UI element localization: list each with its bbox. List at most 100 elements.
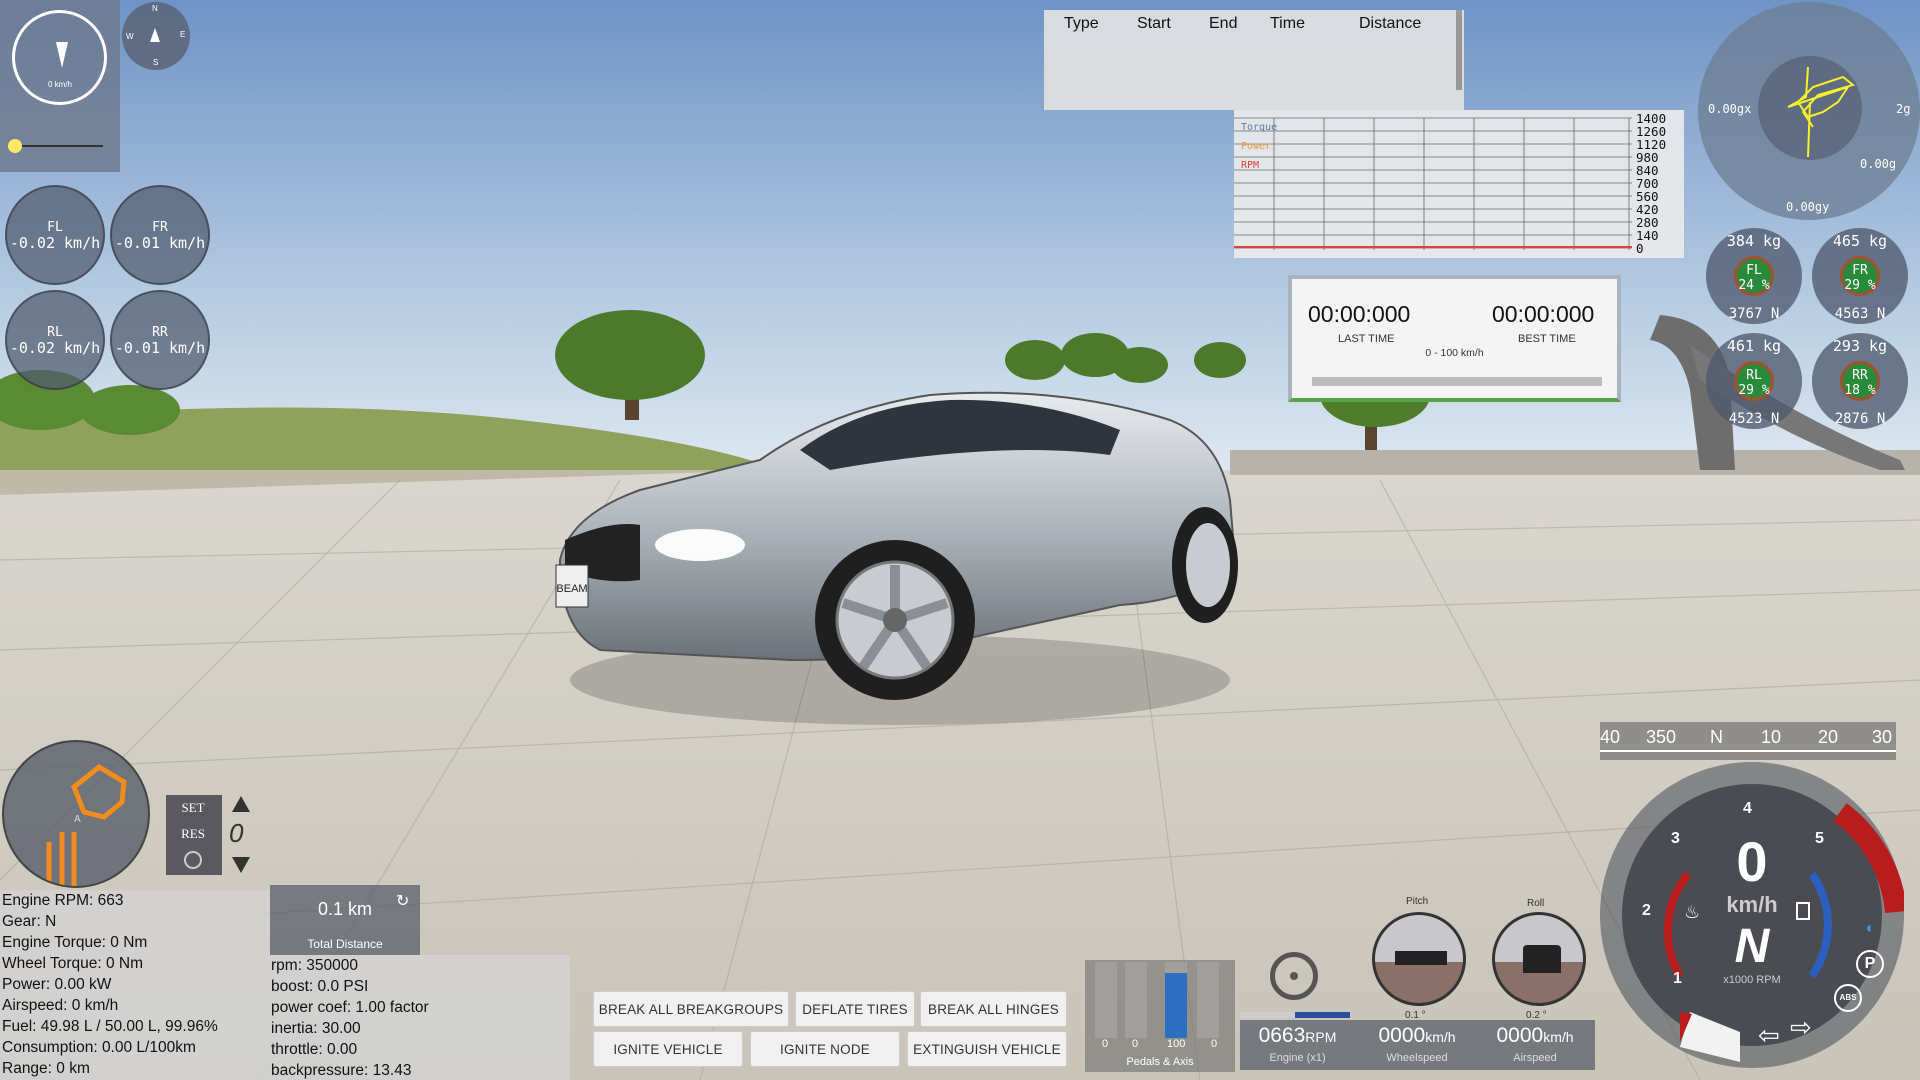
suspension-rl-pos: RL bbox=[1746, 368, 1762, 383]
turbo-inertia-line: inertia: 30.00 bbox=[271, 1020, 361, 1037]
heading-tick: 350 bbox=[1646, 727, 1677, 747]
pedal-clutch-bar bbox=[1095, 962, 1117, 1038]
ignite-vehicle-button[interactable]: IGNITE VEHICLE bbox=[593, 1031, 743, 1067]
suspension-rr-force: 2876 N bbox=[1834, 411, 1886, 427]
mini-speedo-slider-handle[interactable] bbox=[8, 139, 22, 153]
wheelspeed-unit: km/h bbox=[1425, 1029, 1456, 1045]
gforce-y-label: 0.00gy bbox=[1786, 200, 1830, 214]
torque-power-graph: Torque Power RPM 1400 1260 1120 980 840 … bbox=[1234, 110, 1684, 258]
cruise-set-button[interactable]: SET bbox=[169, 797, 217, 819]
turbo-info-panel: rpm: 350000 boost: 0.0 PSI power coef: 1… bbox=[270, 955, 570, 1080]
suspension-fr: 465 kg FR 29 % 4563 N bbox=[1812, 228, 1908, 324]
turn-right-icon: ⇨ bbox=[1790, 1012, 1812, 1042]
steering-bar-fill bbox=[1295, 1012, 1350, 1018]
wheel-speed-fl-label: FL bbox=[47, 220, 63, 235]
engine-rpm-value: 0663 bbox=[1258, 1024, 1306, 1047]
gforce-meter: 0.00gx 2g 0.00g 0.00gy bbox=[1698, 2, 1920, 220]
torque-legend-torque: Torque bbox=[1241, 122, 1278, 133]
consumption-line: Consumption: 0.00 L/100km bbox=[2, 1039, 196, 1056]
lap-header-type[interactable]: Type bbox=[1064, 15, 1099, 33]
gforce-max-label: 2g bbox=[1896, 102, 1911, 116]
suspension-rl-force: 4523 N bbox=[1728, 411, 1780, 427]
mini-speedo-panel: 0 km/h bbox=[0, 0, 120, 172]
heading-tick: 20 bbox=[1818, 727, 1839, 747]
pedal-value: 100 bbox=[1167, 1038, 1186, 1050]
torque-graph-grid bbox=[1234, 117, 1632, 250]
suspension-fl-load: FL 24 % bbox=[1734, 256, 1774, 296]
parking-brake-icon: P bbox=[1856, 950, 1884, 978]
needle-icon bbox=[56, 42, 68, 68]
turbo-throttle-line: throttle: 0.00 bbox=[271, 1041, 358, 1058]
suspension-rl-mass: 461 kg bbox=[1726, 337, 1782, 355]
cruise-gauge-icon bbox=[184, 851, 202, 869]
cruise-up-icon[interactable] bbox=[232, 796, 250, 812]
lap-header-start[interactable]: Start bbox=[1137, 15, 1171, 33]
extinguish-vehicle-button[interactable]: EXTINGUISH VEHICLE bbox=[907, 1031, 1067, 1067]
last-time-label: LAST TIME bbox=[1338, 333, 1395, 345]
wheel-speed-rl: RL -0.02 km/h bbox=[5, 290, 105, 390]
pedal-parking-bar bbox=[1197, 962, 1219, 1038]
suspension-rr-load: RR 18 % bbox=[1840, 361, 1880, 401]
trip-reset-icon[interactable]: ↻ bbox=[396, 891, 409, 911]
suspension-fl: 384 kg FL 24 % 3767 N bbox=[1706, 228, 1802, 324]
turbo-boost-line: boost: 0.0 PSI bbox=[271, 978, 369, 995]
gforce-z-label: 0.00g bbox=[1860, 157, 1897, 171]
torque-tick: 0 bbox=[1636, 241, 1644, 256]
wheelspeed-value: 0000 bbox=[1378, 1024, 1426, 1047]
wheel-speed-fl-value: -0.02 km/h bbox=[9, 234, 101, 252]
truck-front-icon bbox=[1523, 945, 1561, 973]
cruise-res-button[interactable]: RES bbox=[169, 823, 217, 845]
break-all-hinges-button[interactable]: BREAK ALL HINGES bbox=[920, 991, 1067, 1027]
suspension-fl-pos: FL bbox=[1746, 263, 1762, 278]
wheel-speed-rl-label: RL bbox=[47, 325, 63, 340]
cruise-down-icon[interactable] bbox=[232, 857, 250, 873]
steering-bar bbox=[1240, 1012, 1350, 1018]
engine-rpm-readout: 0663RPM bbox=[1240, 1024, 1355, 1048]
heading-tape: 40 350 N 10 20 30 bbox=[1600, 722, 1896, 760]
trip-panel: 0.1 km ↻ Total Distance bbox=[270, 885, 420, 955]
suspension-fl-pct: 24 % bbox=[1738, 278, 1770, 293]
rpm-tick-1: 1 bbox=[1673, 970, 1682, 987]
heading-scale-line bbox=[1600, 750, 1896, 752]
suspension-rl: 461 kg RL 29 % 4523 N bbox=[1706, 333, 1802, 429]
suspension-rr: 293 kg RR 18 % 2876 N bbox=[1812, 333, 1908, 429]
torque-legend-power: Power bbox=[1241, 141, 1272, 152]
airspeed-value: 0000 bbox=[1496, 1024, 1544, 1047]
gear-line: Gear: N bbox=[2, 913, 57, 930]
drag-timer-panel: 00:00:000 LAST TIME 00:00:000 BEST TIME … bbox=[1288, 275, 1621, 402]
engine-rpm-label: Engine (x1) bbox=[1269, 1052, 1326, 1064]
roll-indicator bbox=[1492, 912, 1586, 1006]
wheel-speed-fr-label: FR bbox=[152, 220, 168, 235]
suspension-fl-force: 3767 N bbox=[1728, 306, 1780, 322]
temperature-icon: ♨ bbox=[1684, 902, 1701, 922]
wheel-speed-fr: FR -0.01 km/h bbox=[110, 185, 210, 285]
ignite-node-button[interactable]: IGNITE NODE bbox=[750, 1031, 900, 1067]
deflate-tires-button[interactable]: DEFLATE TIRES bbox=[795, 991, 915, 1027]
pedals-label: Pedals & Axis bbox=[1126, 1056, 1194, 1068]
best-time-value: 00:00:000 bbox=[1492, 301, 1595, 327]
break-all-breakgroups-button[interactable]: BREAK ALL BREAKGROUPS bbox=[593, 991, 789, 1027]
lap-table-scrollbar[interactable] bbox=[1456, 10, 1462, 90]
steering-hub bbox=[1290, 972, 1298, 980]
lap-header-end[interactable]: End bbox=[1209, 15, 1237, 33]
gforce-trace bbox=[1787, 66, 1856, 158]
suspension-fr-pos: FR bbox=[1852, 263, 1868, 278]
power-line: Power: 0.00 kW bbox=[2, 976, 112, 993]
rpm-tick-2: 2 bbox=[1642, 902, 1651, 919]
speed-unit: km/h bbox=[1726, 892, 1778, 917]
gear-indicator: N bbox=[1734, 920, 1770, 973]
lap-header-time[interactable]: Time bbox=[1270, 15, 1305, 33]
cruise-speed-value: 0 bbox=[229, 818, 244, 848]
svg-text:BEAM: BEAM bbox=[556, 583, 587, 595]
compass-widget: N E W S bbox=[122, 2, 190, 70]
suspension-rr-pct: 18 % bbox=[1844, 383, 1876, 398]
pitch-label: Pitch bbox=[1406, 896, 1429, 907]
compass-n: N bbox=[152, 4, 158, 13]
main-dash-gauge: 1 2 3 4 5 0 km/h N x1000 RPM ♨ ◖ P ABS ⇦… bbox=[1600, 762, 1904, 1068]
compass-e: E bbox=[180, 30, 186, 39]
suspension-rl-load: RL 29 % bbox=[1734, 361, 1774, 401]
pedal-value: 0 bbox=[1132, 1038, 1139, 1050]
mini-speedo-readout: 0 km/h bbox=[47, 80, 72, 89]
airspeed-readout: 0000km/h bbox=[1476, 1024, 1594, 1048]
lap-header-distance[interactable]: Distance bbox=[1359, 15, 1421, 33]
